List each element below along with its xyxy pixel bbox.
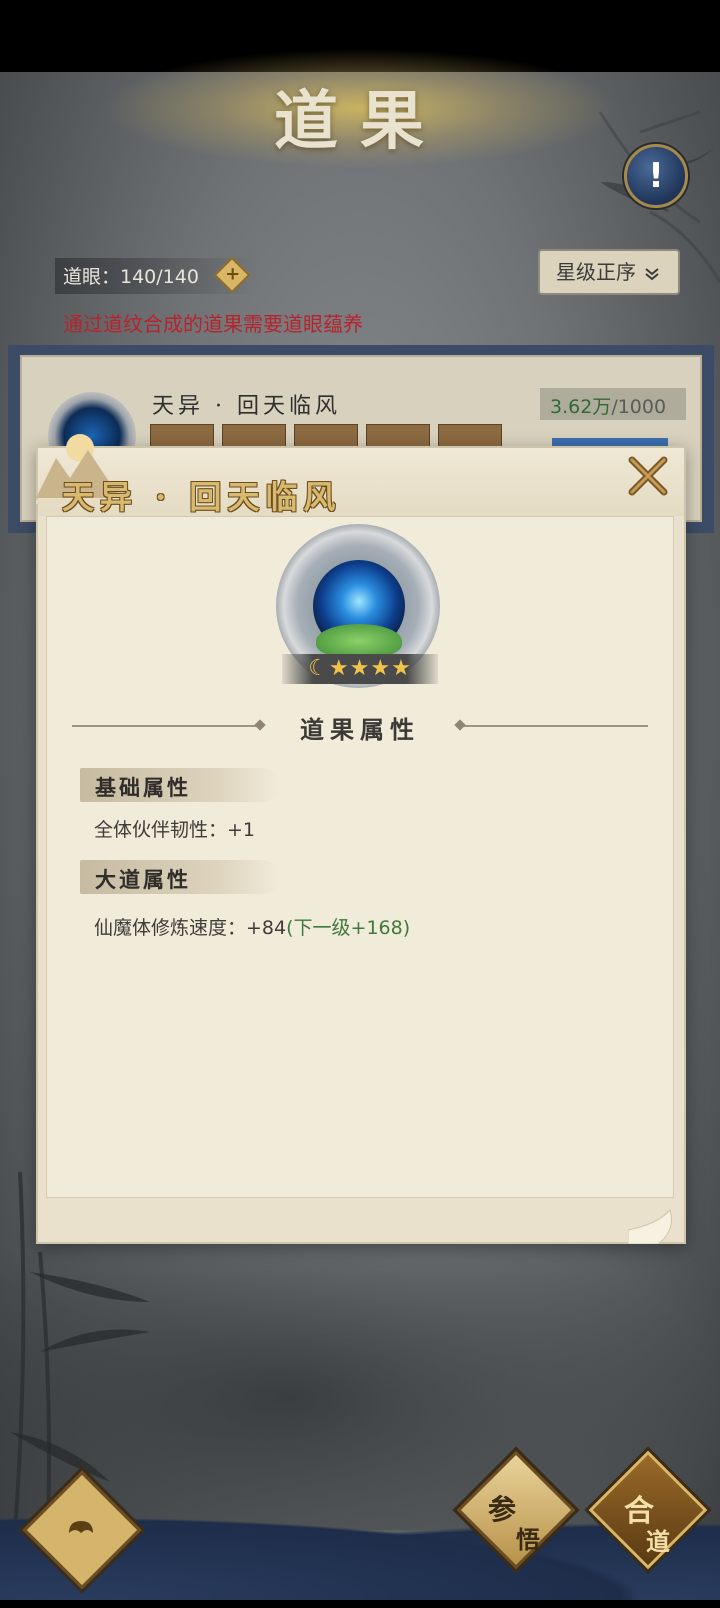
insight-label-2: 悟 bbox=[516, 1525, 540, 1554]
hint-text: 通过道纹合成的道果需要道眼蕴养 bbox=[63, 312, 363, 336]
page-curl-decoration bbox=[628, 1208, 672, 1244]
leaf-icon bbox=[316, 624, 402, 658]
next-level-bonus: (下一级+168) bbox=[286, 917, 411, 939]
popup-title: 天异 · 回天临风 bbox=[62, 478, 342, 516]
insight-label-1: 参 bbox=[488, 1493, 517, 1526]
dao-attr-heading: 大道属性 bbox=[95, 867, 191, 892]
merge-label-2: 道 bbox=[646, 1527, 670, 1556]
dao-eye-counter: 道眼：140/140 bbox=[63, 266, 199, 288]
sort-dropdown[interactable]: 星级正序 bbox=[538, 249, 680, 295]
page-title: 道果 bbox=[274, 84, 446, 159]
base-attr-value: 全体伙伴韧性：+1 bbox=[94, 819, 256, 841]
star-rating: ☾★★★★ bbox=[308, 656, 412, 681]
double-chevron-down-icon bbox=[645, 267, 659, 280]
section-title: 道果属性 bbox=[300, 715, 420, 744]
help-button[interactable]: ! bbox=[624, 144, 688, 208]
sort-label: 星级正序 bbox=[556, 260, 636, 284]
cloud-swirl-icon bbox=[69, 1521, 93, 1533]
plus-icon: + bbox=[225, 263, 241, 285]
close-icon[interactable] bbox=[626, 454, 670, 498]
cost-value: 3.62万/1000 bbox=[550, 396, 667, 418]
base-attr-heading: 基础属性 bbox=[95, 775, 191, 800]
exclamation-icon: ! bbox=[648, 156, 664, 196]
fruit-name: 天异 · 回天临风 bbox=[152, 394, 341, 419]
dao-attr-value: 仙魔体修炼速度：+84(下一级+168) bbox=[94, 917, 411, 939]
mist-overlay bbox=[0, 1200, 720, 1530]
